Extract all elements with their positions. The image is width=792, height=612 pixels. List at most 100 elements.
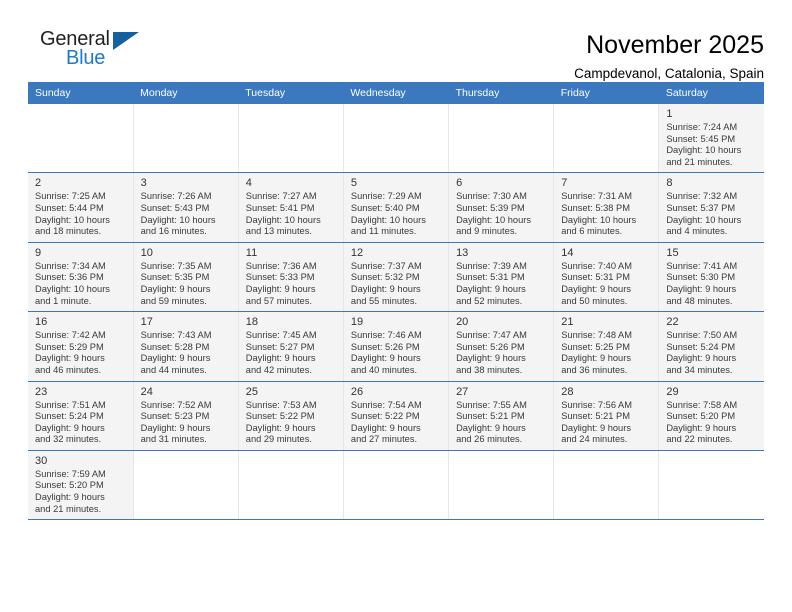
sun-times-info: Sunrise: 7:50 AM Sunset: 5:24 PM Dayligh… — [666, 330, 738, 375]
sun-times-info: Sunrise: 7:46 AM Sunset: 5:26 PM Dayligh… — [350, 330, 422, 375]
calendar-day-cell[interactable]: 15 Sunrise: 7:41 AM Sunset: 5:30 PM Dayli… — [658, 242, 764, 313]
day-number: 27 — [456, 385, 469, 398]
sun-times-info: Sunrise: 7:24 AM Sunset: 5:45 PM Dayligh… — [666, 122, 742, 167]
day-cell-content: 11 Sunrise: 7:36 AM Sunset: 5:33 PM Dayli… — [239, 243, 343, 311]
sun-times-info: Sunrise: 7:59 AM Sunset: 5:20 PM Dayligh… — [35, 468, 106, 514]
calendar-day-cell[interactable]: 17 Sunrise: 7:43 AM Sunset: 5:28 PM Dayli… — [133, 311, 239, 382]
calendar-day-cell[interactable]: 2 Sunrise: 7:25 AM Sunset: 5:44 PM Daylig… — [28, 172, 134, 243]
day-number: 2 — [35, 177, 42, 190]
day-number: 18 — [245, 316, 259, 329]
sun-times-info: Sunrise: 7:58 AM Sunset: 5:20 PM Dayligh… — [666, 399, 738, 445]
sun-times-info: Sunrise: 7:27 AM Sunset: 5:41 PM Dayligh… — [245, 191, 321, 237]
title-block: November 2025 Campdevanol, Catalonia, Sp… — [574, 28, 764, 84]
sun-times-info: Sunrise: 7:52 AM Sunset: 5:23 PM Dayligh… — [140, 399, 212, 445]
calendar-empty-cell — [553, 104, 660, 174]
day-number: 3 — [140, 177, 147, 190]
day-cell-content: 3 Sunrise: 7:26 AM Sunset: 5:43 PM Daylig… — [134, 173, 238, 241]
calendar-day-cell[interactable]: 14 Sunrise: 7:40 AM Sunset: 5:31 PM Dayli… — [553, 242, 660, 313]
day-number: 8 — [666, 177, 673, 190]
day-number: 20 — [456, 316, 469, 329]
calendar-week-row: 1 Sunrise: 7:24 AM Sunset: 5:45 PM Daylig… — [28, 104, 764, 174]
page-header: General Blue November 2025 Campdevanol, … — [28, 0, 764, 81]
sun-times-info: Sunrise: 7:25 AM Sunset: 5:44 PM Dayligh… — [35, 191, 110, 237]
day-number: 10 — [140, 246, 153, 259]
calendar-day-cell[interactable]: 7 Sunrise: 7:31 AM Sunset: 5:38 PM Daylig… — [553, 172, 660, 243]
day-cell-content: 16 Sunrise: 7:42 AM Sunset: 5:29 PM Dayli… — [28, 312, 133, 380]
calendar-day-cell[interactable]: 30 Sunrise: 7:59 AM Sunset: 5:20 PM Dayli… — [28, 450, 134, 521]
calendar-empty-cell — [448, 450, 555, 521]
page-subtitle: Campdevanol, Catalonia, Spain — [574, 66, 764, 81]
calendar-day-cell[interactable]: 29 Sunrise: 7:58 AM Sunset: 5:20 PM Dayli… — [658, 381, 764, 451]
sun-times-info: Sunrise: 7:48 AM Sunset: 5:25 PM Dayligh… — [561, 330, 633, 375]
day-cell-content: 20 Sunrise: 7:47 AM Sunset: 5:26 PM Dayli… — [449, 312, 553, 380]
calendar-day-cell[interactable]: 8 Sunrise: 7:32 AM Sunset: 5:37 PM Daylig… — [658, 172, 764, 243]
calendar-day-cell[interactable]: 4 Sunrise: 7:27 AM Sunset: 5:41 PM Daylig… — [238, 172, 344, 243]
day-cell-content: 7 Sunrise: 7:31 AM Sunset: 5:38 PM Daylig… — [554, 173, 658, 241]
day-cell-content: 22 Sunrise: 7:50 AM Sunset: 5:24 PM Dayli… — [659, 312, 764, 380]
day-cell-content: 29 Sunrise: 7:58 AM Sunset: 5:20 PM Dayli… — [659, 382, 764, 450]
calendar-empty-cell — [133, 104, 239, 174]
calendar-day-cell[interactable]: 3 Sunrise: 7:26 AM Sunset: 5:43 PM Daylig… — [133, 172, 239, 243]
day-cell-content: 5 Sunrise: 7:29 AM Sunset: 5:40 PM Daylig… — [344, 173, 448, 241]
calendar-day-cell[interactable]: 13 Sunrise: 7:39 AM Sunset: 5:31 PM Dayli… — [448, 242, 555, 313]
day-cell-content: 9 Sunrise: 7:34 AM Sunset: 5:36 PM Daylig… — [28, 243, 133, 311]
sun-times-info: Sunrise: 7:31 AM Sunset: 5:38 PM Dayligh… — [561, 191, 637, 237]
calendar-day-cell[interactable]: 1 Sunrise: 7:24 AM Sunset: 5:45 PM Daylig… — [658, 104, 764, 174]
calendar-day-cell[interactable]: 25 Sunrise: 7:53 AM Sunset: 5:22 PM Dayli… — [238, 381, 344, 451]
calendar-day-cell[interactable]: 11 Sunrise: 7:36 AM Sunset: 5:33 PM Dayli… — [238, 242, 344, 313]
calendar-day-cell[interactable]: 9 Sunrise: 7:34 AM Sunset: 5:36 PM Daylig… — [28, 242, 134, 313]
calendar-day-cell[interactable]: 18 Sunrise: 7:45 AM Sunset: 5:27 PM Dayli… — [238, 311, 344, 382]
day-cell-content: 25 Sunrise: 7:53 AM Sunset: 5:22 PM Dayli… — [239, 382, 343, 450]
weekday-header-friday: Friday — [553, 82, 659, 104]
calendar-empty-cell — [343, 450, 450, 521]
calendar-empty-cell — [343, 104, 450, 174]
calendar-day-cell[interactable]: 28 Sunrise: 7:56 AM Sunset: 5:21 PM Dayli… — [553, 381, 660, 451]
calendar-empty-cell — [238, 450, 344, 521]
calendar-day-cell[interactable]: 19 Sunrise: 7:46 AM Sunset: 5:26 PM Dayli… — [343, 311, 450, 382]
weekday-header-saturday: Saturday — [658, 82, 764, 104]
calendar-day-cell[interactable]: 27 Sunrise: 7:55 AM Sunset: 5:21 PM Dayli… — [448, 381, 555, 451]
page-title: November 2025 — [586, 31, 764, 59]
day-number: 29 — [666, 385, 679, 398]
day-number: 7 — [561, 177, 568, 190]
calendar-grid: Sunday Monday Tuesday Wednesday Thursday… — [28, 82, 764, 521]
day-cell-content: 14 Sunrise: 7:40 AM Sunset: 5:31 PM Dayli… — [554, 243, 658, 311]
calendar-body: 1 Sunrise: 7:24 AM Sunset: 5:45 PM Daylig… — [28, 104, 764, 521]
day-cell-content: 26 Sunrise: 7:54 AM Sunset: 5:22 PM Dayli… — [344, 382, 448, 450]
day-cell-content: 2 Sunrise: 7:25 AM Sunset: 5:44 PM Daylig… — [28, 173, 133, 241]
calendar-week-row: 9 Sunrise: 7:34 AM Sunset: 5:36 PM Daylig… — [28, 242, 764, 313]
calendar-day-cell[interactable]: 26 Sunrise: 7:54 AM Sunset: 5:22 PM Dayli… — [343, 381, 450, 451]
day-number: 4 — [245, 177, 252, 190]
calendar-day-cell[interactable]: 16 Sunrise: 7:42 AM Sunset: 5:29 PM Dayli… — [28, 311, 134, 382]
calendar-day-cell[interactable]: 21 Sunrise: 7:48 AM Sunset: 5:25 PM Dayli… — [553, 311, 660, 382]
day-cell-content: 17 Sunrise: 7:43 AM Sunset: 5:28 PM Dayli… — [134, 312, 238, 380]
calendar-day-cell[interactable]: 12 Sunrise: 7:37 AM Sunset: 5:32 PM Dayli… — [343, 242, 450, 313]
calendar-day-cell[interactable]: 20 Sunrise: 7:47 AM Sunset: 5:26 PM Dayli… — [448, 311, 555, 382]
calendar-day-cell[interactable]: 6 Sunrise: 7:30 AM Sunset: 5:39 PM Daylig… — [448, 172, 555, 243]
calendar-week-row: 30 Sunrise: 7:59 AM Sunset: 5:20 PM Dayli… — [28, 450, 764, 521]
day-number: 1 — [666, 108, 673, 120]
day-cell-content: 18 Sunrise: 7:45 AM Sunset: 5:27 PM Dayli… — [239, 312, 343, 380]
day-cell-content: 15 Sunrise: 7:41 AM Sunset: 5:30 PM Dayli… — [659, 243, 764, 311]
calendar-week-row: 23 Sunrise: 7:51 AM Sunset: 5:24 PM Dayli… — [28, 381, 764, 451]
calendar-day-cell[interactable]: 5 Sunrise: 7:29 AM Sunset: 5:40 PM Daylig… — [343, 172, 450, 243]
calendar-empty-cell — [238, 104, 344, 174]
calendar-header-row: Sunday Monday Tuesday Wednesday Thursday… — [28, 82, 764, 104]
calendar-day-cell[interactable]: 10 Sunrise: 7:35 AM Sunset: 5:35 PM Dayli… — [133, 242, 239, 313]
sun-times-info: Sunrise: 7:39 AM Sunset: 5:31 PM Dayligh… — [456, 260, 527, 306]
day-number: 26 — [350, 385, 364, 398]
day-number: 22 — [666, 316, 679, 329]
weekday-header-sunday: Sunday — [28, 82, 134, 104]
calendar-day-cell[interactable]: 23 Sunrise: 7:51 AM Sunset: 5:24 PM Dayli… — [28, 381, 134, 451]
day-number: 5 — [350, 177, 358, 190]
sun-times-info: Sunrise: 7:36 AM Sunset: 5:33 PM Dayligh… — [245, 260, 317, 306]
day-number: 13 — [456, 246, 469, 259]
sun-times-info: Sunrise: 7:35 AM Sunset: 5:35 PM Dayligh… — [140, 260, 212, 306]
sun-times-info: Sunrise: 7:56 AM Sunset: 5:21 PM Dayligh… — [561, 399, 633, 445]
weekday-header-monday: Monday — [133, 82, 239, 104]
sun-times-info: Sunrise: 7:47 AM Sunset: 5:26 PM Dayligh… — [456, 330, 527, 375]
calendar-day-cell[interactable]: 22 Sunrise: 7:50 AM Sunset: 5:24 PM Dayli… — [658, 311, 764, 382]
calendar-day-cell[interactable]: 24 Sunrise: 7:52 AM Sunset: 5:23 PM Dayli… — [133, 381, 239, 451]
day-number: 12 — [350, 246, 364, 259]
general-blue-logo[interactable]: General Blue — [28, 28, 158, 80]
